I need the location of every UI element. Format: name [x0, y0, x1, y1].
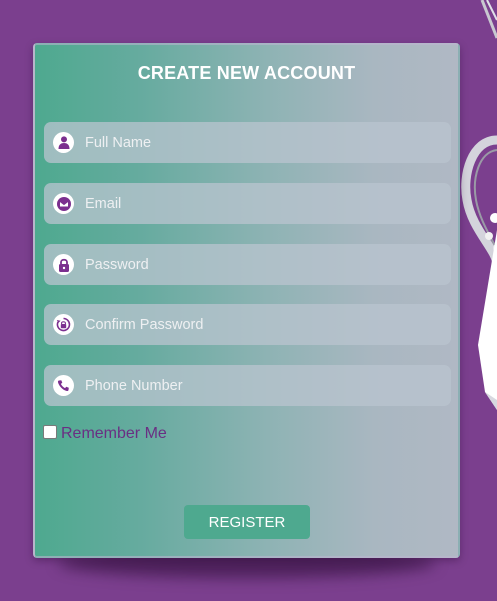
phone-input[interactable] [85, 365, 445, 406]
phone-field[interactable] [44, 365, 451, 406]
remember-me-checkbox[interactable] [43, 425, 57, 439]
remember-me[interactable]: Remember Me [43, 425, 167, 443]
user-icon [53, 132, 74, 153]
phone-icon [53, 375, 74, 396]
register-form-card: CREATE NEW ACCOUNT Full Name Email Phone… [33, 43, 460, 558]
confirm-password-field[interactable] [44, 304, 451, 345]
confirm-password-input[interactable] [85, 304, 445, 345]
full-name-field[interactable] [44, 122, 451, 163]
email-input[interactable] [85, 183, 445, 224]
envelope-icon [53, 193, 74, 214]
password-input[interactable] [85, 244, 445, 285]
register-button[interactable]: REGISTER [184, 505, 310, 539]
lock-icon [53, 254, 74, 275]
full-name-input[interactable] [85, 122, 445, 163]
email-field[interactable] [44, 183, 451, 224]
form-title: CREATE NEW ACCOUNT [137, 63, 356, 83]
lock-reset-icon [53, 314, 74, 335]
remember-me-label: Remember Me [61, 425, 167, 442]
password-field[interactable] [44, 244, 451, 285]
